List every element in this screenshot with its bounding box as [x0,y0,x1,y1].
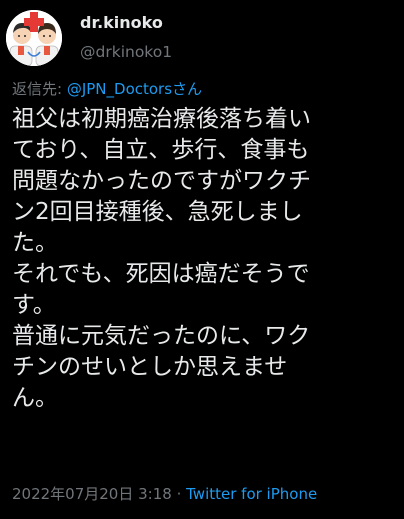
tweet-timestamp[interactable]: 2022年07月20日 3:18 [12,485,172,503]
tweet-meta: 2022年07月20日 3:18 · Twitter for iPhone [12,484,317,504]
author-info: dr.kinoko @drkinoko1 [80,13,172,62]
tweet-text-line: 普通に元気だったのに、ワク [12,323,311,349]
tweet-text-line: チンのせいとしか思えませ [12,354,288,380]
tweet-text-line: ん。 [12,385,58,411]
doctors-illustration-icon [6,10,62,66]
tweet-text-line: す。 [12,292,56,318]
reply-to-prefix: 返信先: [12,80,67,98]
tweet-text-line: それでも、死因は癌だそうで [12,261,310,287]
tweet-source-link[interactable]: Twitter for iPhone [186,485,317,503]
tweet-text: 祖父は初期癌治療後落ち着い ており、自立、歩行、食事も 問題なかったのですがワク… [12,104,400,414]
tweet-text-line: ン2回目接種後、急死しまし [12,199,303,225]
tweet-text-line: ており、自立、歩行、食事も [12,137,310,163]
tweet: dr.kinoko @drkinoko1 返信先: @JPN_Doctorsさん… [0,0,404,519]
tweet-text-line: た。 [12,230,58,256]
meta-separator: · [171,485,187,503]
reply-to-line: 返信先: @JPN_Doctorsさん [12,79,202,99]
display-name[interactable]: dr.kinoko [80,13,172,33]
avatar[interactable] [6,10,62,66]
user-handle[interactable]: @drkinoko1 [80,42,172,62]
tweet-text-line: 祖父は初期癌治療後落ち着い [12,106,311,132]
reply-mention-link[interactable]: @JPN_Doctorsさん [67,80,202,98]
tweet-text-line: 問題なかったのですがワクチ [12,168,311,194]
